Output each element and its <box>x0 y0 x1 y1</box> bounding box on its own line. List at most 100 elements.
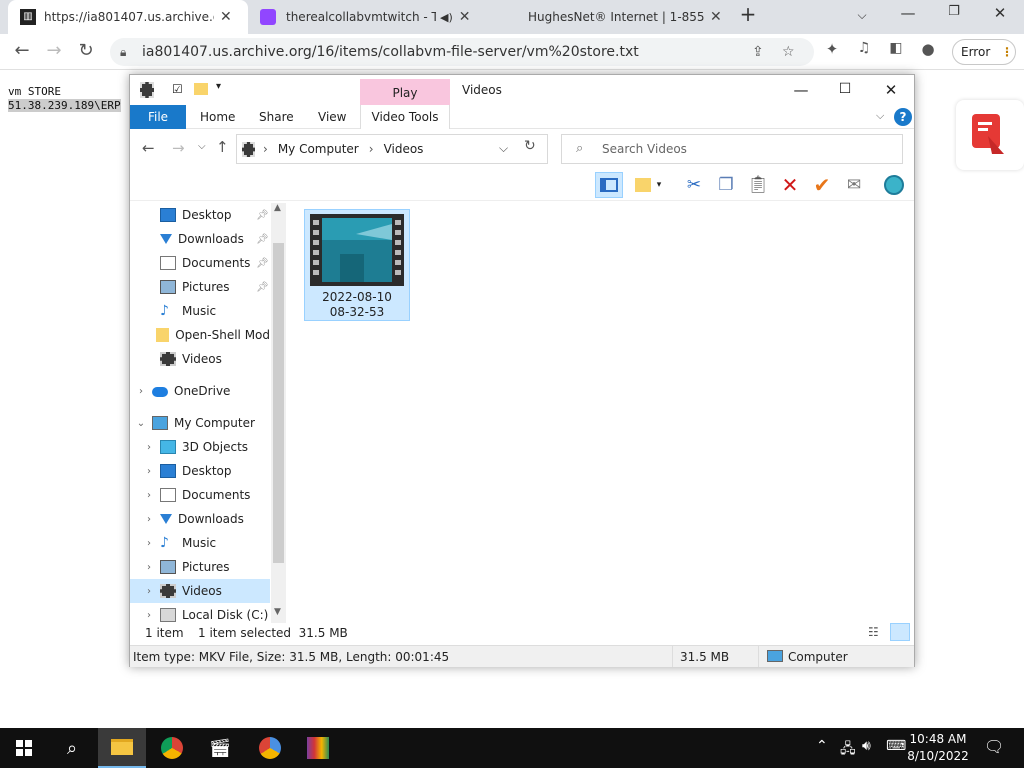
nav-item-quick-open-shell-mod[interactable]: Open-Shell Mod <box>130 323 270 347</box>
nav-item-quick-videos[interactable]: Videos <box>130 347 270 371</box>
file-item-video[interactable]: 2022-08-10 08-32-53 <box>304 209 410 321</box>
nav-item-pc-music[interactable]: › ♪ Music <box>130 531 270 555</box>
rename-check-icon[interactable]: ✔ <box>808 172 836 198</box>
taskbar-clock[interactable]: 10:48 AM 8/10/2022 <box>906 731 970 765</box>
nav-item-quick-desktop[interactable]: Desktop 📌︎ <box>130 203 270 227</box>
cut-icon[interactable]: ✂ <box>680 172 708 198</box>
tab-video-tools[interactable]: Video Tools <box>360 105 450 129</box>
expand-chevron-icon[interactable]: ⌄ <box>130 418 152 429</box>
restore-button[interactable]: ❐ <box>934 4 974 19</box>
start-button[interactable] <box>0 728 48 768</box>
nav-item-pc-videos[interactable]: › Videos <box>130 579 270 603</box>
network-icon[interactable]: 🖧︎ <box>840 738 856 762</box>
expand-chevron-icon[interactable]: › <box>138 490 160 501</box>
nav-item-pc-documents[interactable]: › Documents <box>130 483 270 507</box>
expand-chevron-icon[interactable]: › <box>138 586 160 597</box>
nav-item-quick-music[interactable]: ♪ Music <box>130 299 270 323</box>
quick-access-dropdown-icon[interactable]: ▾ <box>216 81 221 92</box>
search-icon[interactable]: ⌕ <box>48 728 96 768</box>
extension-popup-card[interactable] <box>956 100 1024 170</box>
expand-chevron-icon[interactable]: › <box>138 514 160 525</box>
expand-chevron-icon[interactable]: › <box>138 466 160 477</box>
nav-item-quick-documents[interactable]: Documents 📌︎ <box>130 251 270 275</box>
close-tab-icon[interactable]: ✕ <box>710 9 722 25</box>
scrollbar-thumb[interactable] <box>273 243 284 563</box>
close-tab-icon[interactable]: ✕ <box>459 9 471 25</box>
extensions-icon[interactable]: ✦ <box>820 40 844 58</box>
forward-arrow-icon[interactable]: → <box>172 139 185 157</box>
address-bar[interactable]: 🔒︎ ia801407.us.archive.org/16/items/coll… <box>110 38 814 66</box>
paste-icon[interactable]: 📋︎ <box>744 172 772 198</box>
up-arrow-icon[interactable]: ↑ <box>216 138 229 156</box>
nav-item-pc-3d-objects[interactable]: › 3D Objects <box>130 435 270 459</box>
expand-chevron-icon[interactable]: › <box>138 562 160 573</box>
reload-button[interactable]: ↻ <box>74 40 98 61</box>
new-tab-button[interactable]: + <box>728 2 768 26</box>
show-hidden-icons-chevron-icon[interactable]: ⌃ <box>816 738 828 754</box>
chrome-taskbar-icon[interactable] <box>148 728 196 768</box>
browser-tab-hughesnet[interactable]: HughesNet® Internet | 1-855-38 ✕ <box>498 0 726 34</box>
nav-item-quick-downloads[interactable]: Downloads 📌︎ <box>130 227 270 251</box>
close-tab-icon[interactable]: ✕ <box>220 9 232 25</box>
minimize-button[interactable]: — <box>888 4 928 22</box>
tab-share[interactable]: Share <box>259 105 294 129</box>
forward-button[interactable]: → <box>42 40 66 61</box>
media-control-icon[interactable]: ♫ <box>852 40 876 56</box>
email-icon[interactable]: ✉ <box>840 172 868 198</box>
scroll-down-icon[interactable]: ▼ <box>274 607 281 617</box>
chromium-taskbar-icon[interactable] <box>246 728 294 768</box>
breadcrumb-videos[interactable]: Videos <box>384 142 424 156</box>
explorer-maximize-button[interactable]: ☐ <box>830 81 860 97</box>
expand-chevron-icon[interactable]: › <box>130 386 152 397</box>
explorer-minimize-button[interactable]: — <box>786 81 816 99</box>
expand-chevron-icon[interactable]: › <box>138 442 160 453</box>
internet-globe-icon[interactable] <box>880 172 908 198</box>
kebab-menu-icon[interactable]: ⋮ <box>1001 45 1013 59</box>
copy-icon[interactable]: ❐ <box>712 172 740 198</box>
ribbon-expand-chevron-icon[interactable]: ⌵ <box>876 109 884 123</box>
tab-file[interactable]: File <box>130 105 186 129</box>
file-list-area[interactable]: 2022-08-10 08-32-53 <box>290 203 912 623</box>
browser-tab-archive[interactable]: ▥ https://ia801407.us.archive.org/1 ✕ <box>8 0 248 34</box>
side-panel-icon[interactable]: ◧ <box>884 40 908 56</box>
preview-pane-icon[interactable] <box>595 172 623 198</box>
notifications-icon[interactable]: 🗨︎ <box>984 737 1004 756</box>
profile-error-button[interactable]: Error ⋮ <box>952 39 1016 65</box>
winrar-taskbar-icon[interactable] <box>294 728 342 768</box>
recent-locations-chevron-icon[interactable]: ⌵ <box>198 141 206 152</box>
address-dropdown-icon[interactable]: ⌵ <box>499 141 508 156</box>
new-folder-menu-icon[interactable]: ▾ <box>634 172 662 198</box>
refresh-icon[interactable]: ↻ <box>524 138 536 154</box>
breadcrumb-my-computer[interactable]: My Computer <box>278 142 359 156</box>
search-input[interactable]: ⌕ Search Videos <box>561 134 903 164</box>
large-icons-view-icon[interactable] <box>890 623 910 641</box>
nav-item-pc-local-disk-c-[interactable]: › Local Disk (C:) <box>130 603 270 623</box>
profile-avatar[interactable]: ● <box>916 40 940 58</box>
volume-icon[interactable]: 🔊︎ <box>862 738 871 754</box>
tab-home[interactable]: Home <box>200 105 235 129</box>
help-icon[interactable]: ? <box>894 108 912 126</box>
explorer-close-button[interactable]: ✕ <box>876 81 906 99</box>
details-view-icon[interactable]: ☷ <box>868 625 879 639</box>
nav-item-onedrive[interactable]: › OneDrive <box>130 379 270 403</box>
expand-chevron-icon[interactable]: › <box>138 538 160 549</box>
tab-view[interactable]: View <box>318 105 346 129</box>
scroll-up-icon[interactable]: ▲ <box>274 203 281 213</box>
play-context-tab[interactable]: Play <box>360 79 450 105</box>
mute-icon[interactable]: ◀) <box>440 11 453 24</box>
properties-icon[interactable]: ☑ <box>172 82 183 96</box>
file-explorer-taskbar-icon[interactable] <box>98 728 146 768</box>
explorer-address-bar[interactable]: › My Computer › Videos ⌵ <box>236 134 548 164</box>
tab-search-chevron-icon[interactable]: ⌵ <box>842 8 882 23</box>
nav-item-pc-desktop[interactable]: › Desktop <box>130 459 270 483</box>
language-icon[interactable]: ⌨︎ <box>886 738 906 754</box>
browser-tab-twitch[interactable]: therealcollabvmtwitch - Twit ◀) ✕ <box>256 0 486 34</box>
new-folder-icon[interactable] <box>194 83 208 95</box>
nav-item-quick-pictures[interactable]: Pictures 📌︎ <box>130 275 270 299</box>
bookmark-star-icon[interactable]: ☆ <box>782 44 795 60</box>
expand-chevron-icon[interactable]: › <box>138 610 160 621</box>
nav-item-pc-pictures[interactable]: › Pictures <box>130 555 270 579</box>
close-window-button[interactable]: ✕ <box>980 4 1020 22</box>
share-icon[interactable]: ⇪ <box>752 44 764 60</box>
nav-item-my-computer[interactable]: ⌄ My Computer <box>130 411 270 435</box>
